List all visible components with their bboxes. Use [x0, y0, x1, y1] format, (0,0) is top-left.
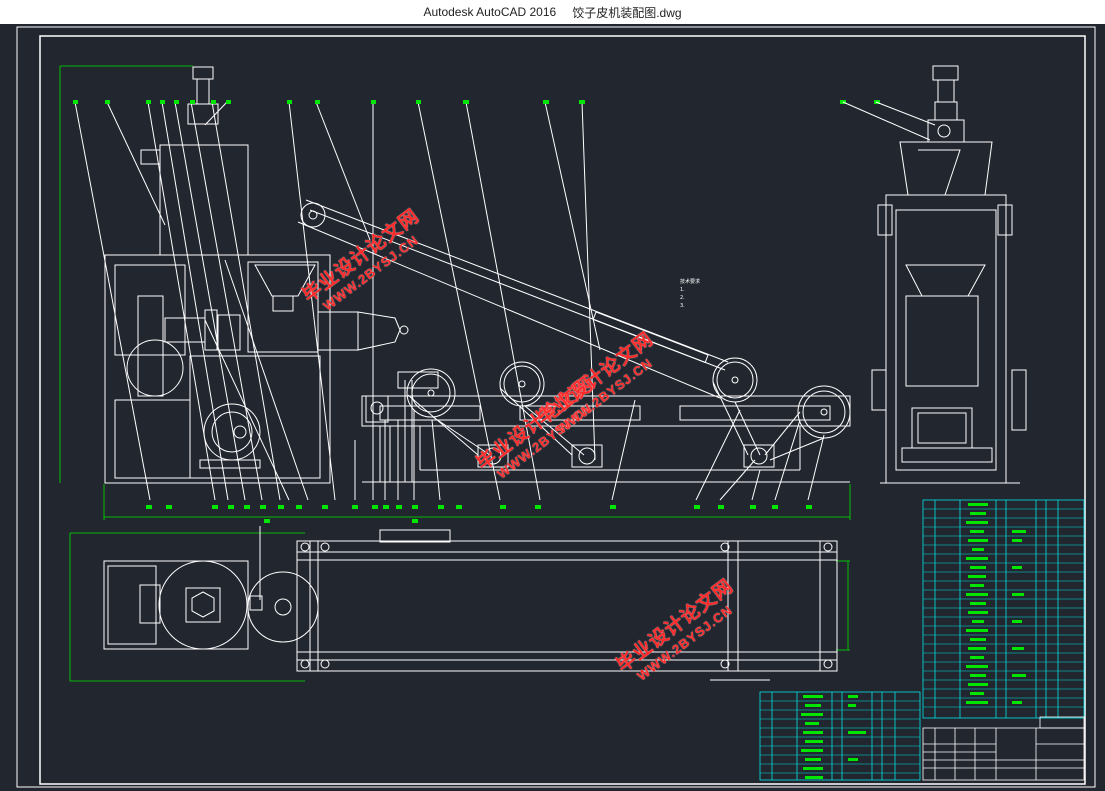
file-name: 饺子皮机装配图.dwg: [572, 5, 682, 20]
technical-notes: 技术要求 1. 2. 3.: [680, 278, 700, 310]
title-block: [922, 716, 1085, 781]
notes-line-2: 2.: [680, 295, 685, 301]
app-title: Autodesk AutoCAD 2016: [423, 5, 557, 19]
notes-line-1: 1.: [680, 287, 685, 293]
front-view: [74, 66, 851, 501]
parts-list-text-marks: [801, 503, 1026, 779]
side-view: [842, 65, 1027, 484]
parts-list-table: [759, 499, 1085, 781]
notes-line-3: 3.: [680, 303, 685, 309]
window-titlebar: Autodesk AutoCAD 2016 饺子皮机装配图.dwg: [0, 0, 1105, 24]
notes-title: 技术要求: [680, 279, 701, 285]
drawing-canvas[interactable]: 技术要求 1. 2. 3. 毕业设计论文网 WWW.2BYSJ.CN 毕业设计论…: [0, 24, 1105, 791]
